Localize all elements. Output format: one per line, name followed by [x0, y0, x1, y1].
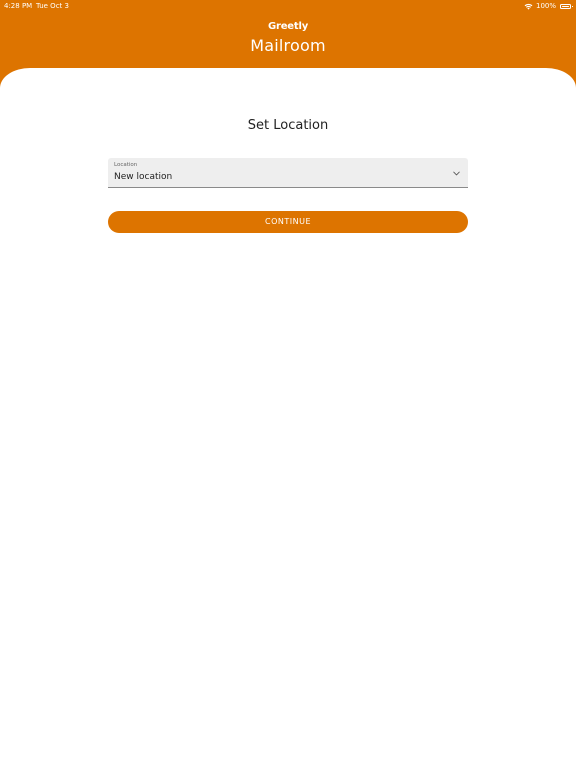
battery-icon	[560, 3, 573, 9]
continue-button[interactable]: CONTINUE	[108, 211, 468, 233]
wifi-icon	[524, 3, 533, 10]
location-select-value: New location	[114, 172, 173, 182]
battery-percentage: 100%	[535, 2, 556, 10]
status-bar: 4:28 PM Tue Oct 3 100%	[0, 0, 576, 12]
app-title: Mailroom	[250, 36, 326, 55]
status-indicators: 100%	[524, 0, 573, 12]
chevron-down-icon	[453, 171, 460, 176]
status-time: 4:28 PM	[4, 2, 33, 10]
mailroom-screen: 4:28 PM Tue Oct 3 100% Greetly Mailroom …	[0, 0, 576, 768]
status-date: Tue Oct 3	[36, 2, 69, 10]
page-title: Set Location	[247, 118, 329, 133]
brand-logo: Greetly	[267, 21, 309, 32]
location-select-label: Location	[114, 162, 138, 168]
location-select[interactable]: Location New location	[108, 158, 468, 188]
